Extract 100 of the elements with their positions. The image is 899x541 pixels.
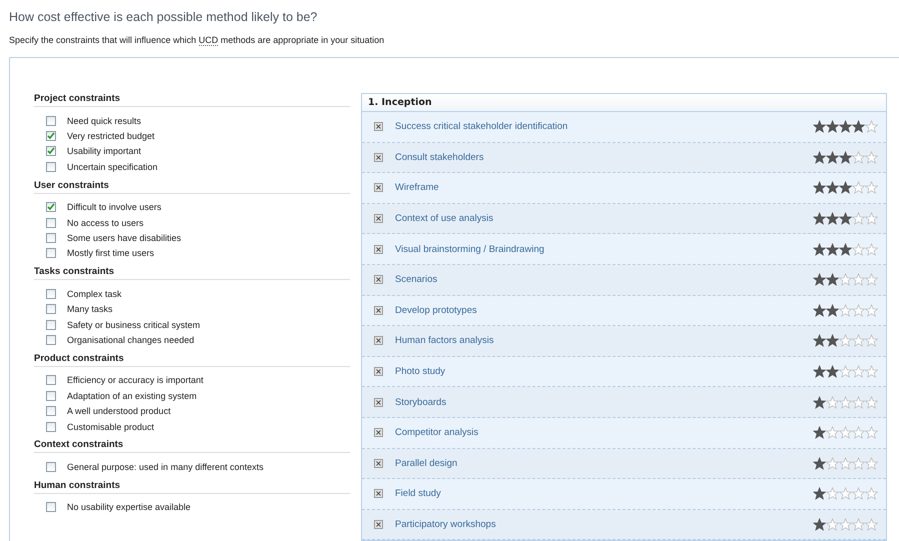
method-link[interactable]: Competitor analysis	[395, 427, 813, 438]
checkbox-label: Efficiency or accuracy is important	[67, 375, 204, 386]
star-icon	[852, 487, 865, 500]
star-icon	[852, 242, 865, 256]
star-icon	[813, 365, 826, 378]
star-icon	[813, 181, 826, 194]
checkbox-label: General purpose: used in many different contexts	[67, 462, 264, 472]
checkbox-label: No access to users	[67, 218, 144, 228]
remove-icon[interactable]	[374, 520, 383, 530]
method-link[interactable]: Visual brainstorming / Braindrawing	[395, 244, 813, 255]
star-icon	[813, 120, 826, 134]
remove-icon[interactable]	[374, 122, 383, 132]
checkbox-label: Safety or business critical system	[67, 320, 200, 330]
checkbox[interactable]	[46, 406, 56, 416]
star-icon	[852, 150, 865, 164]
instructions-text: Specify the constraints that will influence which UCD methods are appropriate in your situation	[8, 34, 386, 45]
remove-icon[interactable]	[374, 214, 383, 224]
remove-icon[interactable]	[374, 336, 383, 346]
star-icon	[826, 120, 839, 134]
star-icon	[813, 487, 826, 500]
checkbox[interactable]	[46, 422, 56, 432]
method-link[interactable]: Scenarios	[395, 274, 813, 286]
checkbox[interactable]	[46, 248, 56, 258]
checkbox-label: Customisable product	[67, 422, 154, 432]
star-icon	[813, 304, 826, 317]
checkbox-label: Many tasks	[67, 304, 113, 314]
star-icon	[813, 426, 826, 440]
checkbox[interactable]	[46, 162, 56, 172]
method-link[interactable]: Storyboards	[395, 396, 813, 408]
group-heading: Human constraints	[34, 480, 350, 494]
checkbox-label: Very restricted budget	[67, 131, 155, 142]
star-icon	[865, 273, 878, 286]
remove-icon[interactable]	[374, 275, 383, 284]
checkbox[interactable]	[46, 218, 56, 228]
method-link[interactable]: Develop prototypes	[395, 304, 813, 316]
star-icon	[852, 334, 865, 348]
checkbox[interactable]	[46, 202, 56, 212]
checkbox-label: Adaptation of an existing system	[67, 390, 197, 401]
remove-icon[interactable]	[374, 428, 383, 438]
group-heading: Context constraints	[34, 439, 350, 454]
star-icon	[839, 120, 852, 134]
checkbox[interactable]	[46, 502, 56, 512]
star-icon	[852, 365, 865, 378]
checkbox[interactable]	[46, 116, 56, 126]
star-icon	[826, 304, 839, 317]
star-icon	[865, 518, 878, 532]
method-link[interactable]: Participatory workshops	[395, 519, 813, 530]
remove-icon[interactable]	[374, 458, 383, 468]
checkbox[interactable]	[46, 288, 56, 299]
method-link[interactable]: Wireframe	[395, 182, 813, 194]
checkbox-label: Mostly first time users	[67, 248, 154, 258]
star-icon	[839, 150, 852, 164]
checkbox[interactable]	[46, 390, 56, 401]
checkbox[interactable]	[46, 375, 56, 386]
checkbox[interactable]	[46, 146, 56, 156]
remove-icon[interactable]	[374, 244, 383, 254]
checkbox[interactable]	[46, 304, 56, 314]
remove-icon[interactable]	[374, 152, 383, 162]
star-icon	[865, 181, 878, 194]
method-link[interactable]: Consult stakeholders	[395, 152, 813, 163]
remove-icon[interactable]	[374, 398, 383, 407]
remove-icon[interactable]	[374, 183, 383, 192]
checkbox[interactable]	[46, 131, 56, 142]
star-icon	[813, 334, 826, 348]
method-link[interactable]: Human factors analysis	[395, 335, 813, 346]
method-link[interactable]: Success critical stakeholder identification	[395, 121, 813, 132]
star-icon	[826, 518, 839, 532]
star-icon	[839, 181, 852, 194]
star-icon	[813, 212, 826, 226]
checkbox[interactable]	[46, 334, 56, 345]
star-icon	[813, 150, 826, 164]
star-icon	[839, 487, 852, 500]
group-heading: Project constraints	[34, 93, 350, 107]
checkbox[interactable]	[46, 462, 56, 472]
star-icon	[852, 181, 865, 194]
checkbox[interactable]	[46, 233, 56, 244]
checkbox-label: Some users have disabilities	[67, 233, 182, 244]
star-icon	[826, 334, 839, 348]
group-heading: Tasks constraints	[34, 266, 350, 280]
remove-icon[interactable]	[374, 306, 383, 315]
method-link[interactable]: Context of use analysis	[395, 213, 813, 224]
star-icon	[813, 456, 826, 470]
checkbox-label: Uncertain specification	[67, 162, 158, 172]
star-icon	[852, 304, 865, 317]
star-icon	[813, 242, 826, 256]
star-icon	[826, 396, 839, 409]
page-title: How cost effective is each possible method likely to be?	[8, 9, 318, 24]
remove-icon[interactable]	[374, 489, 383, 498]
method-link[interactable]: Parallel design	[395, 458, 813, 469]
remove-icon[interactable]	[374, 367, 383, 376]
checkbox-label: Organisational changes needed	[67, 334, 194, 345]
checkbox[interactable]	[46, 320, 56, 330]
group-heading: User constraints	[34, 180, 350, 194]
star-icon	[865, 426, 878, 440]
star-icon	[865, 487, 878, 500]
star-icon	[865, 150, 878, 164]
method-link[interactable]: Field study	[395, 488, 813, 500]
star-icon	[839, 365, 852, 378]
method-link[interactable]: Photo study	[395, 366, 813, 378]
star-icon	[839, 518, 852, 532]
